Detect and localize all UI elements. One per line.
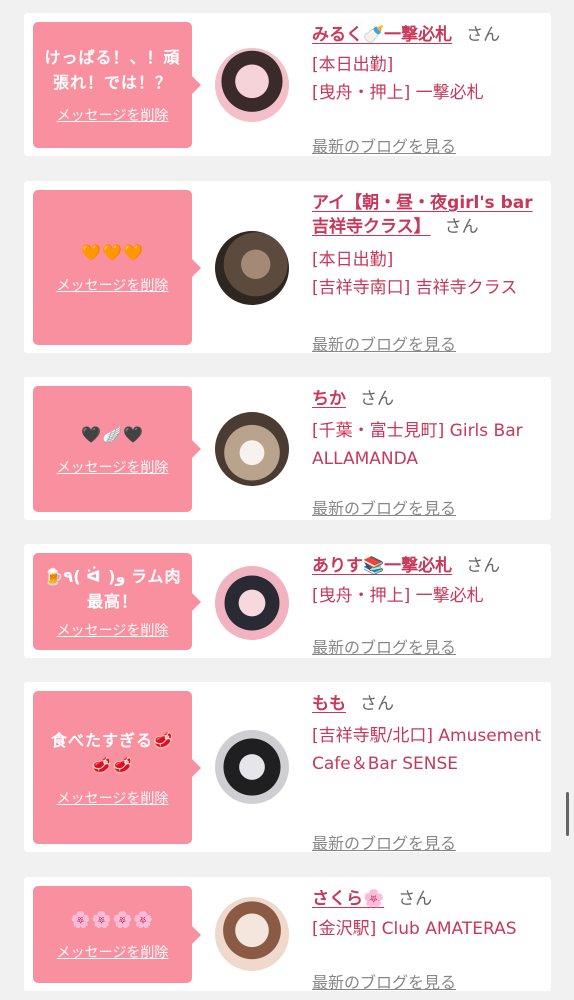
message-bubble: けっぱる！、！頑張れ！では！？ メッセージを削除 (33, 22, 201, 148)
blog-link[interactable]: 最新のブログを見る (312, 495, 456, 519)
shop-line: [金沢駅] Club AMATERAS (312, 919, 517, 939)
message-text: 🍺٩( ᐛ )و ラム肉最高！ (43, 566, 182, 611)
avatar[interactable] (215, 566, 289, 640)
shop-line: [曳舟・押上] 一撃必札 (312, 83, 484, 103)
favorite-card: 🍺٩( ᐛ )و ラム肉最高！ メッセージを削除 ありす📚一撃必札 さん [曳舟・… (24, 544, 551, 658)
honorific: さん (466, 556, 501, 576)
profile-name-link[interactable]: さくら🌸 (312, 889, 384, 909)
avatar[interactable] (215, 412, 289, 486)
message-text: 🌸🌸🌸🌸 (70, 910, 155, 929)
message-bubble: 🧡🧡🧡 メッセージを削除 (33, 190, 201, 345)
delete-message-link[interactable]: メッセージを削除 (57, 457, 169, 477)
delete-message-link[interactable]: メッセージを削除 (57, 275, 169, 295)
blog-link[interactable]: 最新のブログを見る (312, 331, 456, 355)
message-text: 🖤🪽🖤 (81, 424, 144, 444)
honorific: さん (360, 694, 394, 714)
scrollbar[interactable] (566, 792, 569, 836)
profile-name-link[interactable]: アイ【朝・昼・夜girl's bar吉祥寺クラス】 (312, 193, 533, 237)
delete-message-link[interactable]: メッセージを削除 (57, 788, 169, 808)
blog-link[interactable]: 最新のブログを見る (312, 133, 456, 157)
honorific: さん (466, 25, 501, 45)
shop-line: [吉祥寺駅/北口] Amusement Cafe＆Bar SENSE (312, 726, 542, 774)
profile-name-link[interactable]: ありす📚一撃必札 (312, 556, 452, 576)
favorite-card: 🖤🪽🖤 メッセージを削除 ちか さん [千葉・富士見町] Girls Bar AL… (24, 377, 551, 520)
avatar[interactable] (215, 231, 289, 305)
avatar[interactable] (215, 730, 289, 804)
message-bubble: 🍺٩( ᐛ )و ラム肉最高！ メッセージを削除 (33, 553, 201, 650)
favorite-card: 🌸🌸🌸🌸 メッセージを削除 さくら🌸 さん [金沢駅] Club AMATERAS… (24, 877, 551, 993)
profile-info: ちか さん [千葉・富士見町] Girls Bar ALLAMANDA 最新のブロ… (312, 387, 543, 520)
profile-name-link[interactable]: もも (312, 694, 346, 714)
message-bubble: 食べたすぎる🥩🥩🥩 メッセージを削除 (33, 691, 201, 844)
shop-line: [千葉・富士見町] Girls Bar ALLAMANDA (312, 421, 523, 469)
message-bubble: 🖤🪽🖤 メッセージを削除 (33, 386, 201, 512)
profile-info: さくら🌸 さん [金沢駅] Club AMATERAS 最新のブログを見る (312, 887, 543, 993)
delete-message-link[interactable]: メッセージを削除 (57, 620, 169, 640)
blog-link[interactable]: 最新のブログを見る (312, 634, 456, 658)
profile-info: もも さん [吉祥寺駅/北口] Amusement Cafe＆Bar SENSE … (312, 692, 543, 854)
shop-line: [曳舟・押上] 一撃必札 (312, 586, 484, 606)
profile-name-link[interactable]: みるく🍼一撃必札 (312, 25, 452, 45)
blog-link[interactable]: 最新のブログを見る (312, 830, 456, 854)
status-line: [本日出勤] (312, 55, 394, 75)
avatar[interactable] (215, 48, 289, 122)
avatar[interactable] (215, 897, 289, 971)
honorific: さん (444, 217, 479, 237)
message-bubble: 🌸🌸🌸🌸 メッセージを削除 (33, 886, 201, 983)
message-text: 食べたすぎる🥩🥩🥩 (51, 730, 174, 775)
shop-line: [吉祥寺南口] 吉祥寺クラス (312, 278, 518, 298)
blog-link[interactable]: 最新のブログを見る (312, 969, 456, 993)
favorite-card: 🧡🧡🧡 メッセージを削除 アイ【朝・昼・夜girl's bar吉祥寺クラス】 さん… (24, 181, 551, 355)
honorific: さん (398, 889, 433, 909)
favorite-card: けっぱる！、！頑張れ！では！？ メッセージを削除 みるく🍼一撃必札 さん [本日出… (24, 13, 551, 156)
profile-info: ありす📚一撃必札 さん [曳舟・押上] 一撃必札 最新のブログを見る (312, 554, 543, 658)
honorific: さん (360, 389, 394, 409)
profile-info: アイ【朝・昼・夜girl's bar吉祥寺クラス】 さん [本日出勤] [吉祥寺南… (312, 191, 543, 355)
message-text: けっぱる！、！頑張れ！では！？ (44, 48, 181, 92)
profile-name-link[interactable]: ちか (312, 389, 346, 409)
delete-message-link[interactable]: メッセージを削除 (57, 105, 169, 125)
favorite-card: 食べたすぎる🥩🥩🥩 メッセージを削除 もも さん [吉祥寺駅/北口] Amusem… (24, 682, 551, 854)
status-line: [本日出勤] (312, 250, 394, 270)
message-text: 🧡🧡🧡 (81, 243, 144, 262)
delete-message-link[interactable]: メッセージを削除 (57, 942, 169, 962)
profile-info: みるく🍼一撃必札 さん [本日出勤] [曳舟・押上] 一撃必札 最新のブログを見る (312, 23, 543, 156)
